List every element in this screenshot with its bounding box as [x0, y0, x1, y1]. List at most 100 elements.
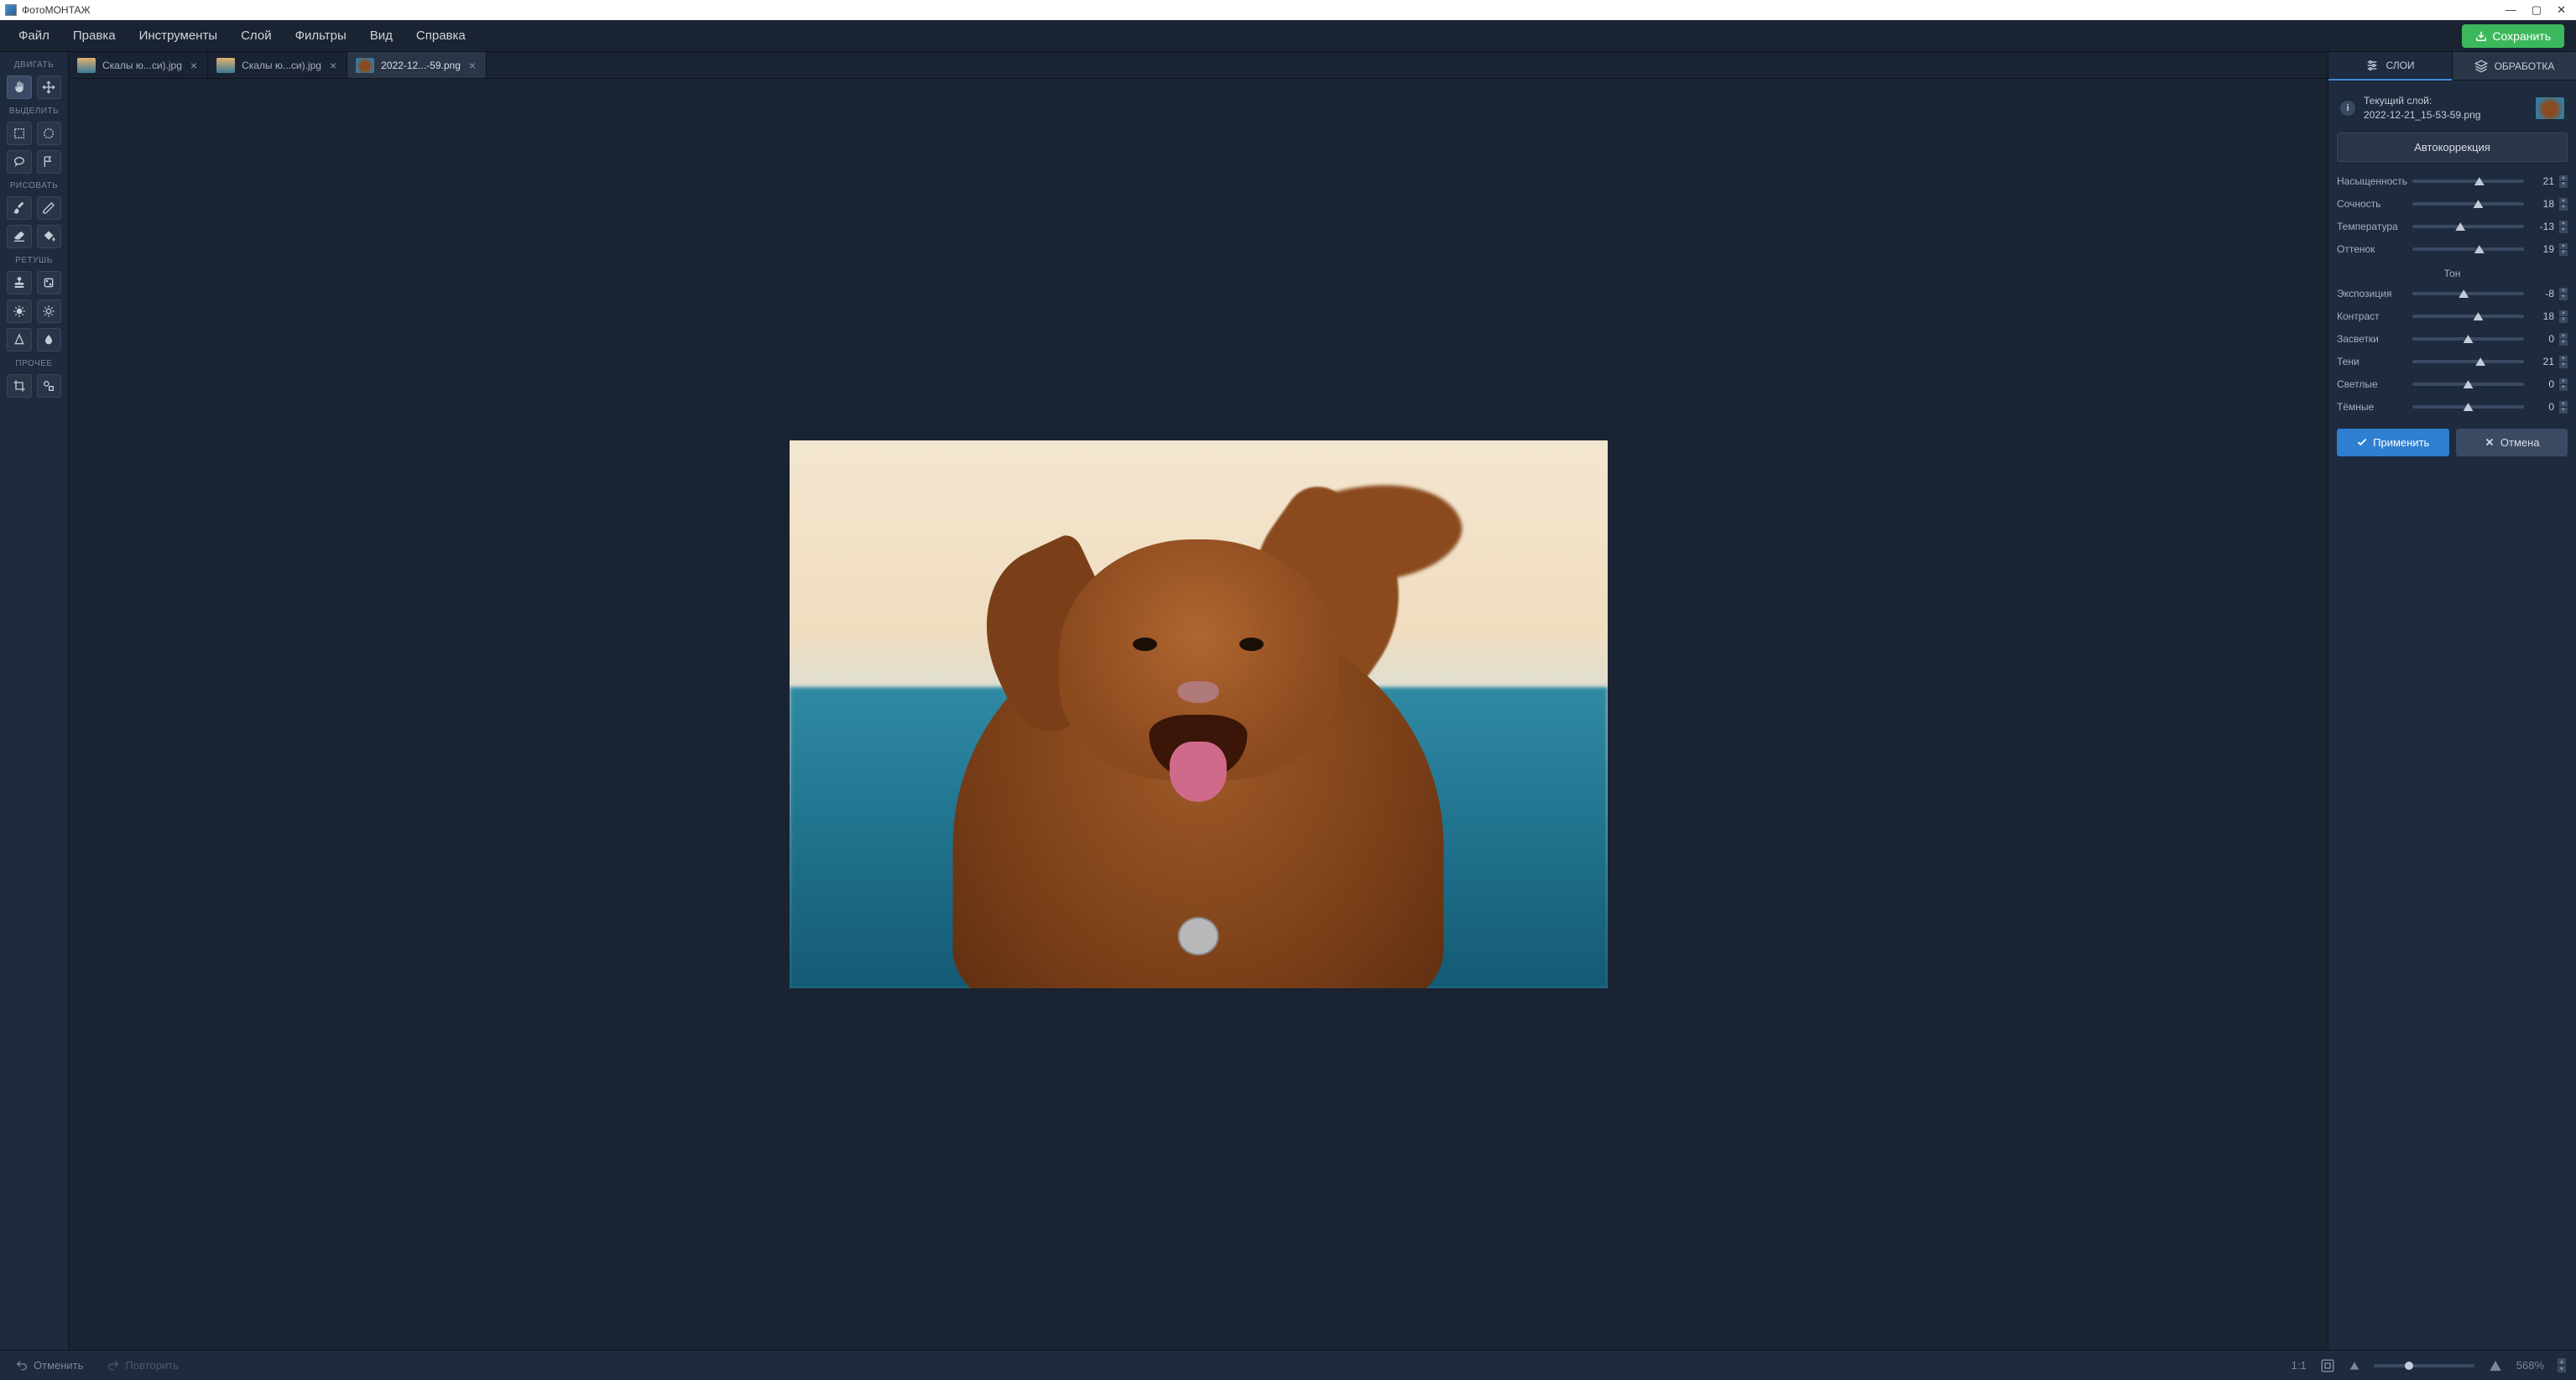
slider-track[interactable] [2412, 202, 2524, 206]
tool-eraser[interactable] [7, 225, 32, 248]
spin-down[interactable]: ▼ [2559, 250, 2568, 256]
slider-row-color-1: Сочность18▲▼ [2337, 193, 2568, 216]
slider-label: Сочность [2337, 198, 2407, 210]
cancel-label: Отмена [2500, 436, 2540, 449]
spin-down[interactable]: ▼ [2559, 362, 2568, 368]
slider-track[interactable] [2412, 292, 2524, 295]
close-button[interactable]: ✕ [2557, 3, 2566, 17]
slider-track[interactable] [2412, 337, 2524, 341]
tool-ellipse-select[interactable] [37, 122, 62, 145]
minimize-button[interactable]: — [2506, 3, 2516, 17]
slider-row-tone-2: Засветки0▲▼ [2337, 328, 2568, 351]
undo-label: Отменить [34, 1359, 83, 1372]
apply-button[interactable]: Применить [2337, 429, 2449, 456]
panel-tab-edit[interactable]: ОБРАБОТКА [2453, 52, 2576, 81]
tool-rect-select[interactable] [7, 122, 32, 145]
spin-down[interactable]: ▼ [2559, 317, 2568, 323]
section-retouch-label: РЕТУШЬ [0, 251, 68, 268]
slider-spin: ▲▼ [2559, 198, 2568, 211]
spin-down[interactable]: ▼ [2559, 340, 2568, 346]
menu-edit[interactable]: Правка [61, 23, 128, 48]
section-draw-label: РИСОВАТЬ [0, 176, 68, 194]
menu-view[interactable]: Вид [358, 23, 404, 48]
tool-crop[interactable] [7, 374, 32, 398]
slider-track[interactable] [2412, 247, 2524, 251]
panel-tab-layers[interactable]: СЛОИ [2328, 52, 2453, 81]
tool-pencil[interactable] [37, 196, 62, 220]
slider-track[interactable] [2412, 360, 2524, 363]
tool-brush[interactable] [7, 196, 32, 220]
spin-up[interactable]: ▲ [2559, 333, 2568, 339]
undo-button[interactable]: Отменить [10, 1356, 88, 1376]
tool-move[interactable] [37, 76, 62, 99]
tool-patch[interactable] [37, 271, 62, 294]
tool-stamp[interactable] [7, 271, 32, 294]
spin-down[interactable]: ▼ [2559, 182, 2568, 188]
tool-sharpen[interactable] [7, 328, 32, 352]
menu-file[interactable]: Файл [7, 23, 61, 48]
maximize-button[interactable]: ▢ [2532, 3, 2542, 17]
tool-hand[interactable] [7, 76, 32, 99]
slider-label: Тени [2337, 356, 2407, 367]
close-tab-icon[interactable]: × [328, 59, 338, 72]
zoom-value: 568% [2516, 1359, 2544, 1372]
slider-track[interactable] [2412, 180, 2524, 183]
slider-row-tone-3: Тени21▲▼ [2337, 351, 2568, 373]
spin-up[interactable]: ▲ [2559, 378, 2568, 384]
tool-burn[interactable] [37, 299, 62, 323]
spin-up[interactable]: ▲ [2559, 243, 2568, 249]
slider-track[interactable] [2412, 225, 2524, 228]
spin-down[interactable]: ▼ [2559, 408, 2568, 414]
slider-track[interactable] [2412, 315, 2524, 318]
shapes-icon [42, 379, 55, 393]
section-select-label: ВЫДЕЛИТЬ [0, 102, 68, 119]
menu-help[interactable]: Справка [404, 23, 477, 48]
spin-up[interactable]: ▲ [2559, 356, 2568, 362]
zoom-out-button[interactable] [2349, 1360, 2360, 1372]
zoom-in-button[interactable] [2488, 1358, 2503, 1373]
slider-track[interactable] [2412, 383, 2524, 386]
zoom-step-up[interactable]: ▲ [2558, 1358, 2566, 1365]
pencil-icon [42, 201, 55, 215]
spin-up[interactable]: ▲ [2559, 310, 2568, 316]
right-panel: СЛОИ ОБРАБОТКА i Текущий слой: 2022-12-2… [2328, 52, 2576, 1350]
tool-magic-wand[interactable] [37, 150, 62, 174]
zoom-step-down[interactable]: ▼ [2558, 1366, 2566, 1372]
tool-blur[interactable] [37, 328, 62, 352]
spin-down[interactable]: ▼ [2559, 205, 2568, 211]
spin-up[interactable]: ▲ [2559, 401, 2568, 407]
spin-up[interactable]: ▲ [2559, 221, 2568, 227]
spin-up[interactable]: ▲ [2559, 288, 2568, 294]
menu-filters[interactable]: Фильтры [284, 23, 358, 48]
close-tab-icon[interactable]: × [467, 59, 477, 72]
cancel-button[interactable]: Отмена [2456, 429, 2568, 456]
document-tab-1[interactable]: Скалы ю...си).jpg × [208, 52, 347, 78]
auto-correction-button[interactable]: Автокоррекция [2337, 133, 2568, 162]
slider-track[interactable] [2412, 405, 2524, 409]
menu-layer[interactable]: Слой [229, 23, 283, 48]
tool-dodge[interactable] [7, 299, 32, 323]
redo-button[interactable]: Повторить [102, 1356, 183, 1376]
layer-thumbnail [2536, 97, 2564, 119]
slider-value: 0 [2529, 378, 2554, 390]
close-tab-icon[interactable]: × [189, 59, 199, 72]
zoom-slider[interactable] [2374, 1364, 2474, 1367]
spin-down[interactable]: ▼ [2559, 385, 2568, 391]
app-icon [5, 4, 17, 16]
slider-row-tone-5: Тёмные0▲▼ [2337, 396, 2568, 419]
spin-up[interactable]: ▲ [2559, 198, 2568, 204]
spin-up[interactable]: ▲ [2559, 175, 2568, 181]
document-tab-2[interactable]: 2022-12...-59.png × [347, 52, 487, 78]
tool-fill[interactable] [37, 225, 62, 248]
fit-screen-button[interactable] [2320, 1358, 2335, 1373]
spin-down[interactable]: ▼ [2559, 294, 2568, 300]
save-button[interactable]: Сохранить [2462, 24, 2564, 48]
spin-down[interactable]: ▼ [2559, 227, 2568, 233]
menu-tools[interactable]: Инструменты [128, 23, 230, 48]
canvas-area[interactable] [69, 79, 2328, 1350]
document-tab-0[interactable]: Скалы ю...си).jpg × [69, 52, 208, 78]
tool-lasso[interactable] [7, 150, 32, 174]
tool-text[interactable] [37, 374, 62, 398]
slider-spin: ▲▼ [2559, 333, 2568, 346]
ratio-label: 1:1 [2292, 1359, 2307, 1372]
